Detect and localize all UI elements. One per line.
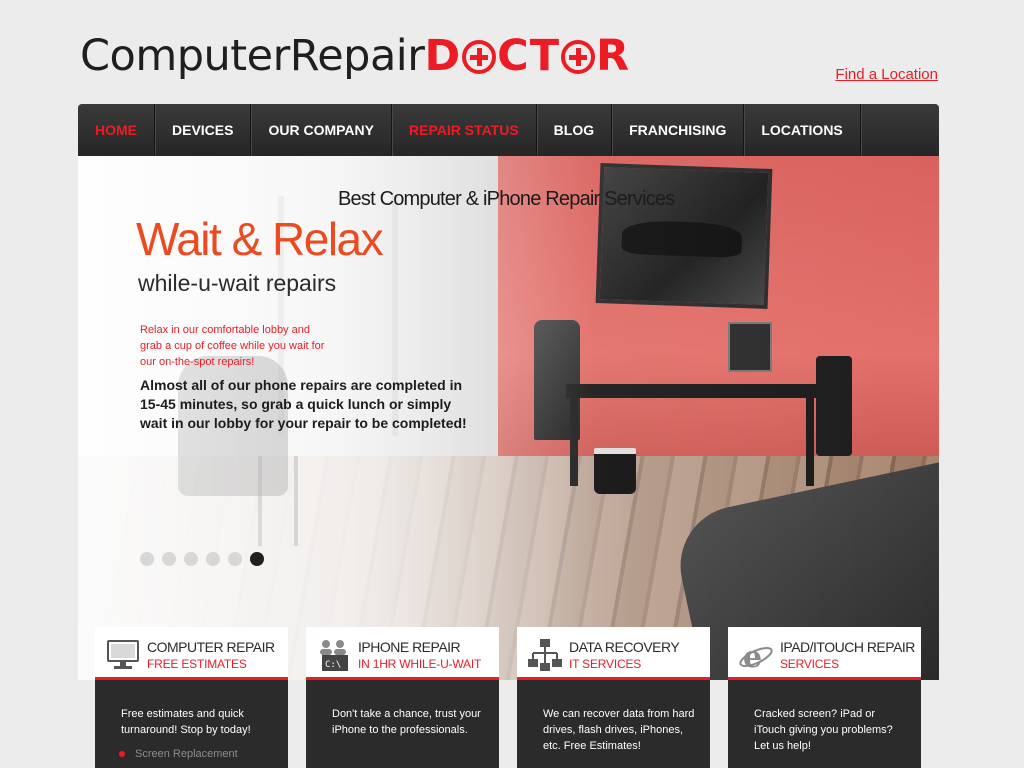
nav-item-home[interactable]: HOME xyxy=(78,104,155,156)
hero-title: Wait & Relax xyxy=(136,213,384,265)
card-subtitle: FREE ESTIMATES xyxy=(147,657,247,671)
hero-slider: Best Computer & iPhone Repair Services W… xyxy=(78,156,939,680)
medical-cross-icon xyxy=(561,40,596,74)
slider-dot[interactable] xyxy=(162,552,176,566)
slider-dot[interactable] xyxy=(228,552,242,566)
list-item-label: Screen Replacement xyxy=(135,748,238,760)
terminal-users-icon: C:\ xyxy=(320,640,348,671)
card-title: IPHONE REPAIR xyxy=(358,639,461,655)
service-card-computer-repair[interactable]: COMPUTER REPAIR FREE ESTIMATES Free esti… xyxy=(95,627,288,768)
card-title: DATA RECOVERY xyxy=(569,639,680,655)
slider-dot-active[interactable] xyxy=(250,552,264,566)
slider-dot[interactable] xyxy=(206,552,220,566)
hero-bold-text: Almost all of our phone repairs are comp… xyxy=(140,377,467,431)
card-body-text: Don't take a chance, trust your iPhone t… xyxy=(332,708,481,736)
list-item[interactable]: Screen Replacement xyxy=(119,746,274,762)
nav-item-our-company[interactable]: OUR COMPANY xyxy=(251,104,392,156)
nav-item-blog[interactable]: BLOG xyxy=(537,104,613,156)
main-nav: HOME DEVICES OUR COMPANY REPAIR STATUS B… xyxy=(78,104,939,156)
hero-red-text: Relax in our comfortable lobby and grab … xyxy=(140,324,325,368)
logo-doctor-ct: CT xyxy=(497,31,561,81)
card-title: IPAD/ITOUCH REPAIR xyxy=(780,639,915,655)
hero-eyebrow: Best Computer & iPhone Repair Services xyxy=(338,188,675,210)
card-body-text: Cracked screen? iPad or iTouch giving yo… xyxy=(754,708,893,752)
nav-item-franchising[interactable]: FRANCHISING xyxy=(612,104,745,156)
nav-item-repair-status[interactable]: REPAIR STATUS xyxy=(392,104,537,156)
card-title: COMPUTER REPAIR xyxy=(147,639,275,655)
site-logo[interactable]: ComputerRepairD CT R xyxy=(80,30,630,82)
network-icon xyxy=(528,639,562,671)
svg-text:C:\: C:\ xyxy=(325,660,341,670)
logo-doctor-d: D xyxy=(424,31,462,81)
nav-item-devices[interactable]: DEVICES xyxy=(155,104,252,156)
slider-dots xyxy=(140,552,264,566)
nav-item-locations[interactable]: LOCATIONS xyxy=(744,104,861,156)
bullet-icon xyxy=(119,751,125,757)
service-card-data-recovery[interactable]: DATA RECOVERY IT SERVICES We can recover… xyxy=(517,627,710,768)
card-subtitle: SERVICES xyxy=(780,657,839,671)
internet-explorer-icon: e xyxy=(739,640,773,673)
slider-dot[interactable] xyxy=(140,552,154,566)
card-subtitle: IN 1HR WHILE-U-WAIT xyxy=(358,657,482,671)
hero-subtitle: while-u-wait repairs xyxy=(138,270,337,296)
slider-dot[interactable] xyxy=(184,552,198,566)
service-card-ipad-repair[interactable]: e IPAD/ITOUCH REPAIR SERVICES Cracked sc… xyxy=(728,627,921,768)
card-body-text: Free estimates and quick turnaround! Sto… xyxy=(121,708,251,736)
logo-text: ComputerRepair xyxy=(80,31,425,81)
card-body-text: We can recover data from hard drives, fl… xyxy=(543,708,695,752)
service-card-iphone-repair[interactable]: C:\ IPHONE REPAIR IN 1HR WHILE-U-WAIT Do… xyxy=(306,627,499,768)
find-location-link[interactable]: Find a Location xyxy=(835,66,938,83)
monitor-icon xyxy=(107,640,139,669)
card-subtitle: IT SERVICES xyxy=(569,657,642,671)
logo-doctor-r: R xyxy=(596,31,631,81)
medical-cross-icon xyxy=(462,40,497,74)
